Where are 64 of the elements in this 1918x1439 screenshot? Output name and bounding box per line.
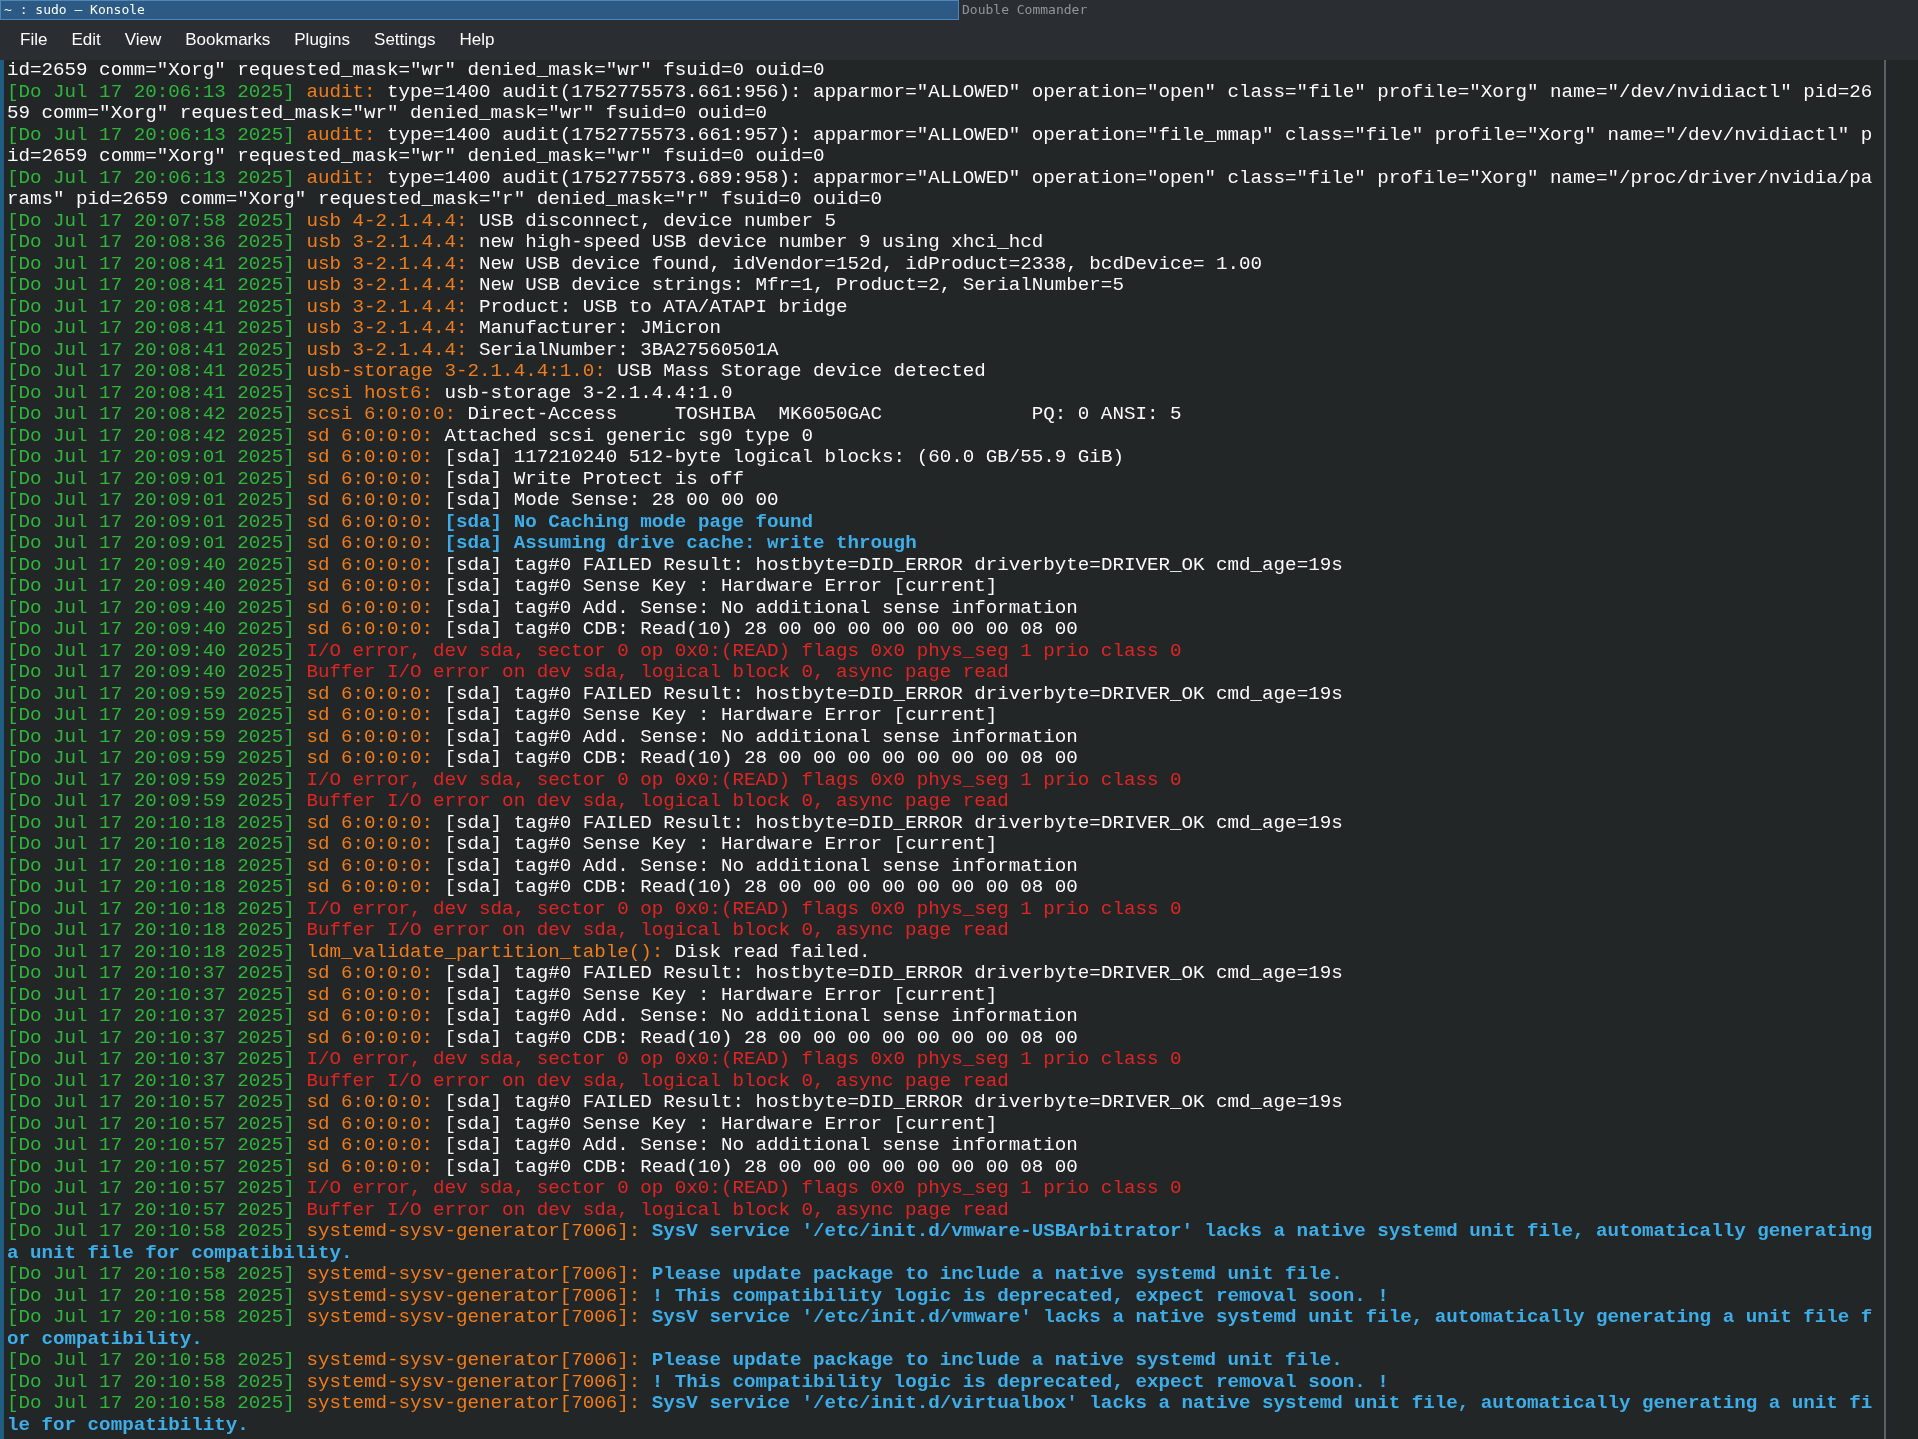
window-tab[interactable]: ~ : sudo — Konsole (0, 0, 959, 20)
log-line: [Do Jul 17 20:06:13 2025] audit: type=1400 audit(1752775573.689:958): apparmor="ALLOWED" operation="open" class="file" profile="Xorg" name="/proc/driver/nvidia/params" pid=2659 comm="Xorg" requested_mask="r" denied_mask="r" fsuid=0 ouid=0 (7, 167, 1873, 211)
log-line: [Do Jul 17 20:08:41 2025] usb 3-2.1.4.4: New USB device found, idVendor=152d, idProduct=2338, bcdDevice= 1.00 (7, 253, 1264, 275)
log-line: [Do Jul 17 20:09:59 2025] I/O error, dev sda, sector 0 op 0x0:(READ) flags 0x0 phys_seg 1 prio class 0 (7, 769, 1183, 791)
log-line: [Do Jul 17 20:10:58 2025] systemd-sysv-generator[7006]: ! This compatibility logic is deprecated, expect removal soon. ! (7, 1285, 1390, 1307)
log-line: [Do Jul 17 20:09:59 2025] sd 6:0:0:0: [sda] tag#0 CDB: Read(10) 28 00 00 00 00 00 00 00 08 00 (7, 748, 1079, 770)
log-line: [Do Jul 17 20:09:40 2025] sd 6:0:0:0: [sda] tag#0 CDB: Read(10) 28 00 00 00 00 00 00 00 08 00 (7, 619, 1079, 641)
log-line: [Do Jul 17 20:08:41 2025] usb 3-2.1.4.4: Product: USB to ATA/ATAPI bridge (7, 296, 849, 318)
log-line: [Do Jul 17 20:09:01 2025] sd 6:0:0:0: [sda] Write Protect is off (7, 468, 745, 490)
menu-item[interactable]: Bookmarks (173, 21, 283, 59)
log-line: [Do Jul 17 20:10:37 2025] Buffer I/O error on dev sda, logical block 0, async page read (7, 1070, 1010, 1092)
log-line: [Do Jul 17 20:10:58 2025] systemd-sysv-generator[7006]: Please update package to include a native systemd unit file. (7, 1350, 1344, 1372)
log-line: [Do Jul 17 20:10:57 2025] sd 6:0:0:0: [sda] tag#0 Add. Sense: No additional sense information (7, 1135, 1079, 1157)
log-line: [Do Jul 17 20:10:58 2025] systemd-sysv-generator[7006]: Please update package to include a native systemd unit file. (7, 1264, 1344, 1286)
log-line: [Do Jul 17 20:10:57 2025] sd 6:0:0:0: [sda] tag#0 Sense Key : Hardware Error [current] (7, 1113, 999, 1135)
log-line: [Do Jul 17 20:07:58 2025] usb 4-2.1.4.4: USB disconnect, device number 5 (7, 210, 838, 232)
log-line: [Do Jul 17 20:10:18 2025] sd 6:0:0:0: [sda] tag#0 Sense Key : Hardware Error [current] (7, 834, 999, 856)
menu-item[interactable]: Help (447, 21, 507, 59)
log-line: [Do Jul 17 20:10:18 2025] sd 6:0:0:0: [sda] tag#0 Add. Sense: No additional sense information (7, 855, 1079, 877)
log-line: [Do Jul 17 20:10:18 2025] Buffer I/O error on dev sda, logical block 0, async page read (7, 920, 1010, 942)
log-line: [Do Jul 17 20:10:37 2025] sd 6:0:0:0: [sda] tag#0 FAILED Result: hostbyte=DID_ERROR driverbyte=DRIVER_OK cmd_age=19s (7, 963, 1344, 985)
log-line: [Do Jul 17 20:08:41 2025] usb-storage 3-2.1.4.4:1.0: USB Mass Storage device detected (7, 361, 987, 383)
menu-item[interactable]: File (8, 21, 60, 59)
log-line: [Do Jul 17 20:10:18 2025] sd 6:0:0:0: [sda] tag#0 FAILED Result: hostbyte=DID_ERROR driverbyte=DRIVER_OK cmd_age=19s (7, 812, 1344, 834)
log-line: [Do Jul 17 20:10:37 2025] I/O error, dev sda, sector 0 op 0x0:(READ) flags 0x0 phys_seg 1 prio class 0 (7, 1049, 1183, 1071)
log-line: [Do Jul 17 20:10:37 2025] sd 6:0:0:0: [sda] tag#0 Sense Key : Hardware Error [current] (7, 984, 999, 1006)
log-line: [Do Jul 17 20:10:37 2025] sd 6:0:0:0: [sda] tag#0 CDB: Read(10) 28 00 00 00 00 00 00 00 08 00 (7, 1027, 1079, 1049)
log-line: [Do Jul 17 20:09:01 2025] sd 6:0:0:0: [sda] 117210240 512-byte logical blocks: (60.0 GB/55.9 GiB) (7, 447, 1125, 469)
log-line: [Do Jul 17 20:09:59 2025] Buffer I/O error on dev sda, logical block 0, async page read (7, 791, 1010, 813)
log-line: [Do Jul 17 20:10:58 2025] systemd-sysv-generator[7006]: SysV service '/etc/init.d/vmware' lacks a native systemd unit file, automatically generating a unit file for compatibility. (7, 1307, 1873, 1350)
menu-item[interactable]: Plugins (282, 21, 363, 59)
log-line: [Do Jul 17 20:08:41 2025] usb 3-2.1.4.4: SerialNumber: 3BA27560501A (7, 339, 780, 361)
log-line: [Do Jul 17 20:09:40 2025] sd 6:0:0:0: [sda] tag#0 FAILED Result: hostbyte=DID_ERROR driverbyte=DRIVER_OK cmd_age=19s (7, 554, 1344, 576)
log-line: [Do Jul 17 20:10:57 2025] sd 6:0:0:0: [sda] tag#0 CDB: Read(10) 28 00 00 00 00 00 00 00 08 00 (7, 1156, 1079, 1178)
log-line: id=2659 comm="Xorg" requested_mask="wr" denied_mask="wr" fsuid=0 ouid=0 (7, 60, 826, 82)
log-line: [Do Jul 17 20:09:40 2025] I/O error, dev sda, sector 0 op 0x0:(READ) flags 0x0 phys_seg 1 prio class 0 (7, 640, 1183, 662)
log-line: [Do Jul 17 20:10:57 2025] I/O error, dev sda, sector 0 op 0x0:(READ) flags 0x0 phys_seg 1 prio class 0 (7, 1178, 1183, 1200)
log-line: [Do Jul 17 20:10:58 2025] systemd-sysv-generator[7006]: SysV service '/etc/init.d/virtualbox' lacks a native systemd unit file, automatically generating a unit file for compatibility. (7, 1393, 1873, 1436)
menu-item[interactable]: View (112, 21, 174, 59)
log-line: [Do Jul 17 20:09:40 2025] Buffer I/O error on dev sda, logical block 0, async page read (7, 662, 1010, 684)
log-line: [Do Jul 17 20:09:01 2025] sd 6:0:0:0: [sda] No Caching mode page found (7, 511, 815, 533)
log-line: [Do Jul 17 20:09:40 2025] sd 6:0:0:0: [sda] tag#0 Sense Key : Hardware Error [current] (7, 576, 999, 598)
log-line: [Do Jul 17 20:10:57 2025] sd 6:0:0:0: [sda] tag#0 FAILED Result: hostbyte=DID_ERROR driverbyte=DRIVER_OK cmd_age=19s (7, 1092, 1344, 1114)
log-line: [Do Jul 17 20:08:41 2025] usb 3-2.1.4.4: New USB device strings: Mfr=1, Product=2, SerialNumber=5 (7, 275, 1125, 297)
log-line: [Do Jul 17 20:10:57 2025] Buffer I/O error on dev sda, logical block 0, async page read (7, 1199, 1010, 1221)
menu-item[interactable]: Settings (362, 21, 448, 59)
log-line: [Do Jul 17 20:10:18 2025] I/O error, dev sda, sector 0 op 0x0:(READ) flags 0x0 phys_seg 1 prio class 0 (7, 898, 1183, 920)
log-line: [Do Jul 17 20:10:37 2025] sd 6:0:0:0: [sda] tag#0 Add. Sense: No additional sense information (7, 1006, 1079, 1028)
log-line: [Do Jul 17 20:09:59 2025] sd 6:0:0:0: [sda] tag#0 Add. Sense: No additional sense information (7, 726, 1079, 748)
log-line: [Do Jul 17 20:08:41 2025] scsi host6: usb-storage 3-2.1.4.4:1.0 (7, 382, 734, 404)
log-line: [Do Jul 17 20:09:01 2025] sd 6:0:0:0: [sda] Mode Sense: 28 00 00 00 (7, 490, 780, 512)
log-line: [Do Jul 17 20:09:01 2025] sd 6:0:0:0: [sda] Assuming drive cache: write through (7, 533, 918, 555)
log-line: [Do Jul 17 20:09:59 2025] sd 6:0:0:0: [sda] tag#0 Sense Key : Hardware Error [current] (7, 705, 999, 727)
log-line: [Do Jul 17 20:10:58 2025] systemd-sysv-generator[7006]: ! This compatibility logic is deprecated, expect removal soon. ! (7, 1371, 1390, 1393)
log-line: [Do Jul 17 20:10:18 2025] sd 6:0:0:0: [sda] tag#0 CDB: Read(10) 28 00 00 00 00 00 00 00 08 00 (7, 877, 1079, 899)
log-line: [Do Jul 17 20:09:40 2025] sd 6:0:0:0: [sda] tag#0 Add. Sense: No additional sense information (7, 597, 1079, 619)
log-line: [Do Jul 17 20:08:42 2025] sd 6:0:0:0: Attached scsi generic sg0 type 0 (7, 425, 815, 447)
log-line: [Do Jul 17 20:08:41 2025] usb 3-2.1.4.4: Manufacturer: JMicron (7, 318, 722, 340)
menu-item[interactable]: Edit (59, 21, 113, 59)
log-line: [Do Jul 17 20:08:42 2025] scsi 6:0:0:0: Direct-Access TOSHIBA MK6050GAC PQ: 0 ANSI: 5 (7, 404, 1183, 426)
log-line: [Do Jul 17 20:09:59 2025] sd 6:0:0:0: [sda] tag#0 FAILED Result: hostbyte=DID_ERROR driverbyte=DRIVER_OK cmd_age=19s (7, 683, 1344, 705)
log-line: [Do Jul 17 20:08:36 2025] usb 3-2.1.4.4: new high-speed USB device number 9 using xhci_hcd (7, 232, 1045, 254)
log-line: [Do Jul 17 20:10:18 2025] ldm_validate_partition_table(): Disk read failed. (7, 941, 872, 963)
log-line: [Do Jul 17 20:10:58 2025] systemd-sysv-generator[7006]: SysV service '/etc/init.d/vmware-USBArbitrator' lacks a native systemd unit file, automatically generating a unit file for compatibility. (7, 1221, 1873, 1264)
